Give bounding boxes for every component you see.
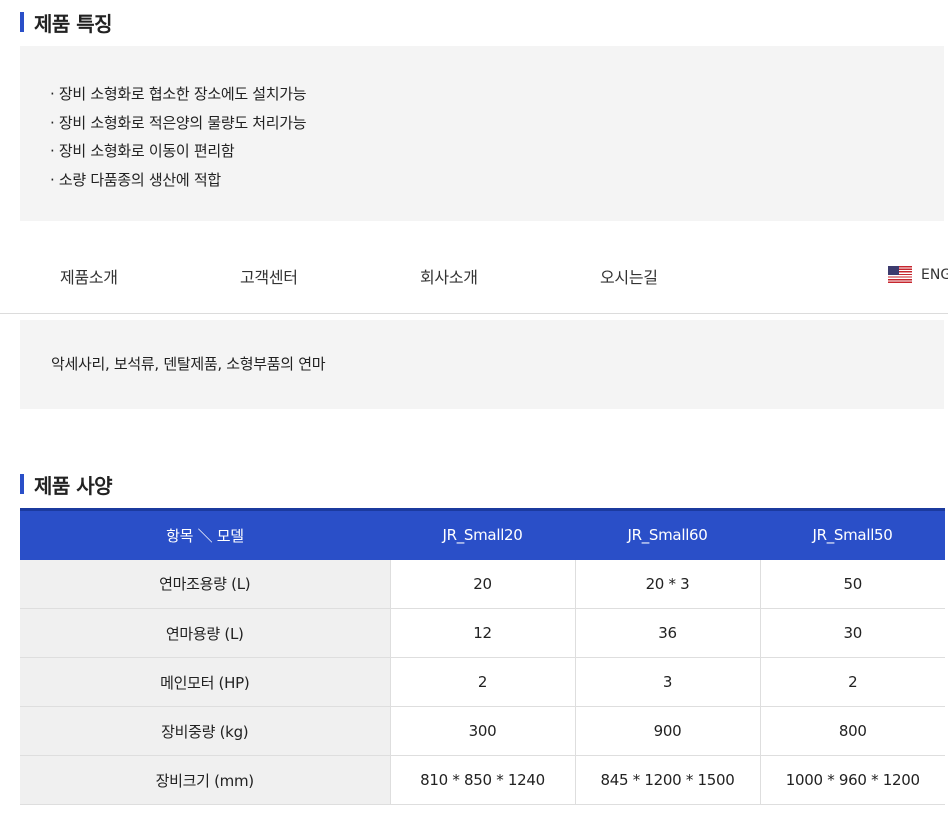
header-cell-model: JR_Small50 <box>760 508 945 560</box>
table-cell: 36 <box>574 608 760 658</box>
table-cell: 20 * 3 <box>574 559 760 609</box>
usage-text: 악세사리, 보석류, 덴탈제품, 소형부품의 연마 <box>51 355 326 373</box>
table-cell: 12 <box>389 608 575 658</box>
header-cell-item-model: 항목 ＼ 모델 <box>20 508 390 560</box>
feature-item: · 소량 다품종의 생산에 적합 <box>50 171 221 190</box>
row-label: 장비크기 (mm) <box>20 755 390 805</box>
table-row: 메인모터 (HP) 2 3 2 <box>20 657 945 707</box>
specs-heading: 제품 사양 <box>20 471 113 498</box>
table-row: 장비크기 (mm) 810 * 850 * 1240 845 * 1200 * … <box>20 755 945 805</box>
heading-accent-bar <box>20 12 24 32</box>
table-cell: 20 <box>389 559 575 609</box>
nav-item-product-intro[interactable]: 제품소개 <box>60 264 118 288</box>
features-panel: · 장비 소형화로 협소한 장소에도 설치가능 · 장비 소형화로 적은양의 물… <box>20 46 944 221</box>
feature-item: · 장비 소형화로 이동이 편리함 <box>50 142 235 161</box>
specs-title: 제품 사양 <box>34 473 113 498</box>
row-label: 장비중량 (kg) <box>20 706 390 756</box>
table-cell: 3 <box>574 657 760 707</box>
table-row: 연마용량 (L) 12 36 30 <box>20 608 945 658</box>
table-row: 장비중량 (kg) 300 900 800 <box>20 706 945 756</box>
table-cell: 900 <box>574 706 760 756</box>
nav-item-directions[interactable]: 오시는길 <box>600 264 658 288</box>
table-cell: 2 <box>759 657 945 707</box>
table-cell: 845 * 1200 * 1500 <box>574 755 760 805</box>
heading-accent-bar <box>20 474 24 494</box>
table-row: 연마조용량 (L) 20 20 * 3 50 <box>20 559 945 609</box>
table-cell: 800 <box>759 706 945 756</box>
table-cell: 2 <box>389 657 575 707</box>
table-cell: 1000 * 960 * 1200 <box>759 755 945 805</box>
header-cell-model: JR_Small60 <box>575 508 760 560</box>
language-switch[interactable]: ENG <box>888 266 948 283</box>
nav-item-company-intro[interactable]: 회사소개 <box>420 264 478 288</box>
features-title: 제품 특징 <box>34 11 113 36</box>
us-flag-icon <box>888 266 912 283</box>
row-label: 연마용량 (L) <box>20 608 390 658</box>
nav-item-customer-center[interactable]: 고객센터 <box>240 264 298 288</box>
main-nav: 제품소개 고객센터 회사소개 오시는길 ENG <box>0 238 948 314</box>
table-cell: 810 * 850 * 1240 <box>389 755 575 805</box>
table-cell: 50 <box>759 559 945 609</box>
row-label: 메인모터 (HP) <box>20 657 390 707</box>
table-cell: 30 <box>759 608 945 658</box>
header-cell-model: JR_Small20 <box>390 508 575 560</box>
table-header-row: 항목 ＼ 모델 JR_Small20 JR_Small60 JR_Small50 <box>20 508 945 560</box>
feature-item: · 장비 소형화로 협소한 장소에도 설치가능 <box>50 85 307 103</box>
row-label: 연마조용량 (L) <box>20 559 390 609</box>
spec-table: 항목 ＼ 모델 JR_Small20 JR_Small60 JR_Small50… <box>20 508 945 805</box>
features-heading: 제품 특징 <box>20 9 113 36</box>
feature-item: · 장비 소형화로 적은양의 물량도 처리가능 <box>50 113 307 132</box>
table-cell: 300 <box>389 706 575 756</box>
usage-panel: 악세사리, 보석류, 덴탈제품, 소형부품의 연마 <box>20 320 944 409</box>
language-label: ENG <box>921 266 948 283</box>
